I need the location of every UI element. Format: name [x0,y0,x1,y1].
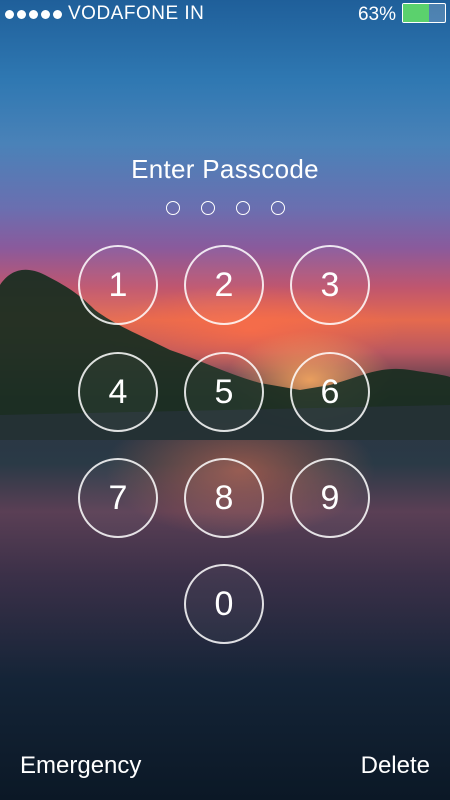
keypad-key-7[interactable]: 7 [78,458,158,538]
keypad-key-8[interactable]: 8 [184,458,264,538]
passcode-dot-3 [235,201,250,215]
keypad-key-1[interactable]: 1 [78,245,158,325]
signal-dots-icon [5,9,62,19]
keypad-key-3[interactable]: 3 [290,245,370,325]
emergency-button[interactable]: Emergency [20,752,141,780]
carrier-name: VODAFONE IN [68,3,205,24]
keypad-key-0[interactable]: 0 [184,564,264,644]
passcode-dot-4 [270,201,285,215]
delete-button[interactable]: Delete [361,752,430,780]
status-bar: VODAFONE IN 63% [0,0,450,28]
passcode-dot-2 [200,201,215,215]
battery-percentage: 63% [357,4,396,25]
keypad-key-5[interactable]: 5 [184,352,264,432]
keypad-key-6[interactable]: 6 [290,352,370,432]
keypad-key-9[interactable]: 9 [290,458,370,538]
battery-icon [402,3,446,23]
keypad-key-4[interactable]: 4 [78,352,158,432]
page-title: Enter Passcode [131,154,319,184]
passcode-indicators [0,201,450,215]
passcode-dot-1 [165,201,180,215]
battery-level-fill [403,4,430,22]
keypad-key-2[interactable]: 2 [184,245,264,325]
